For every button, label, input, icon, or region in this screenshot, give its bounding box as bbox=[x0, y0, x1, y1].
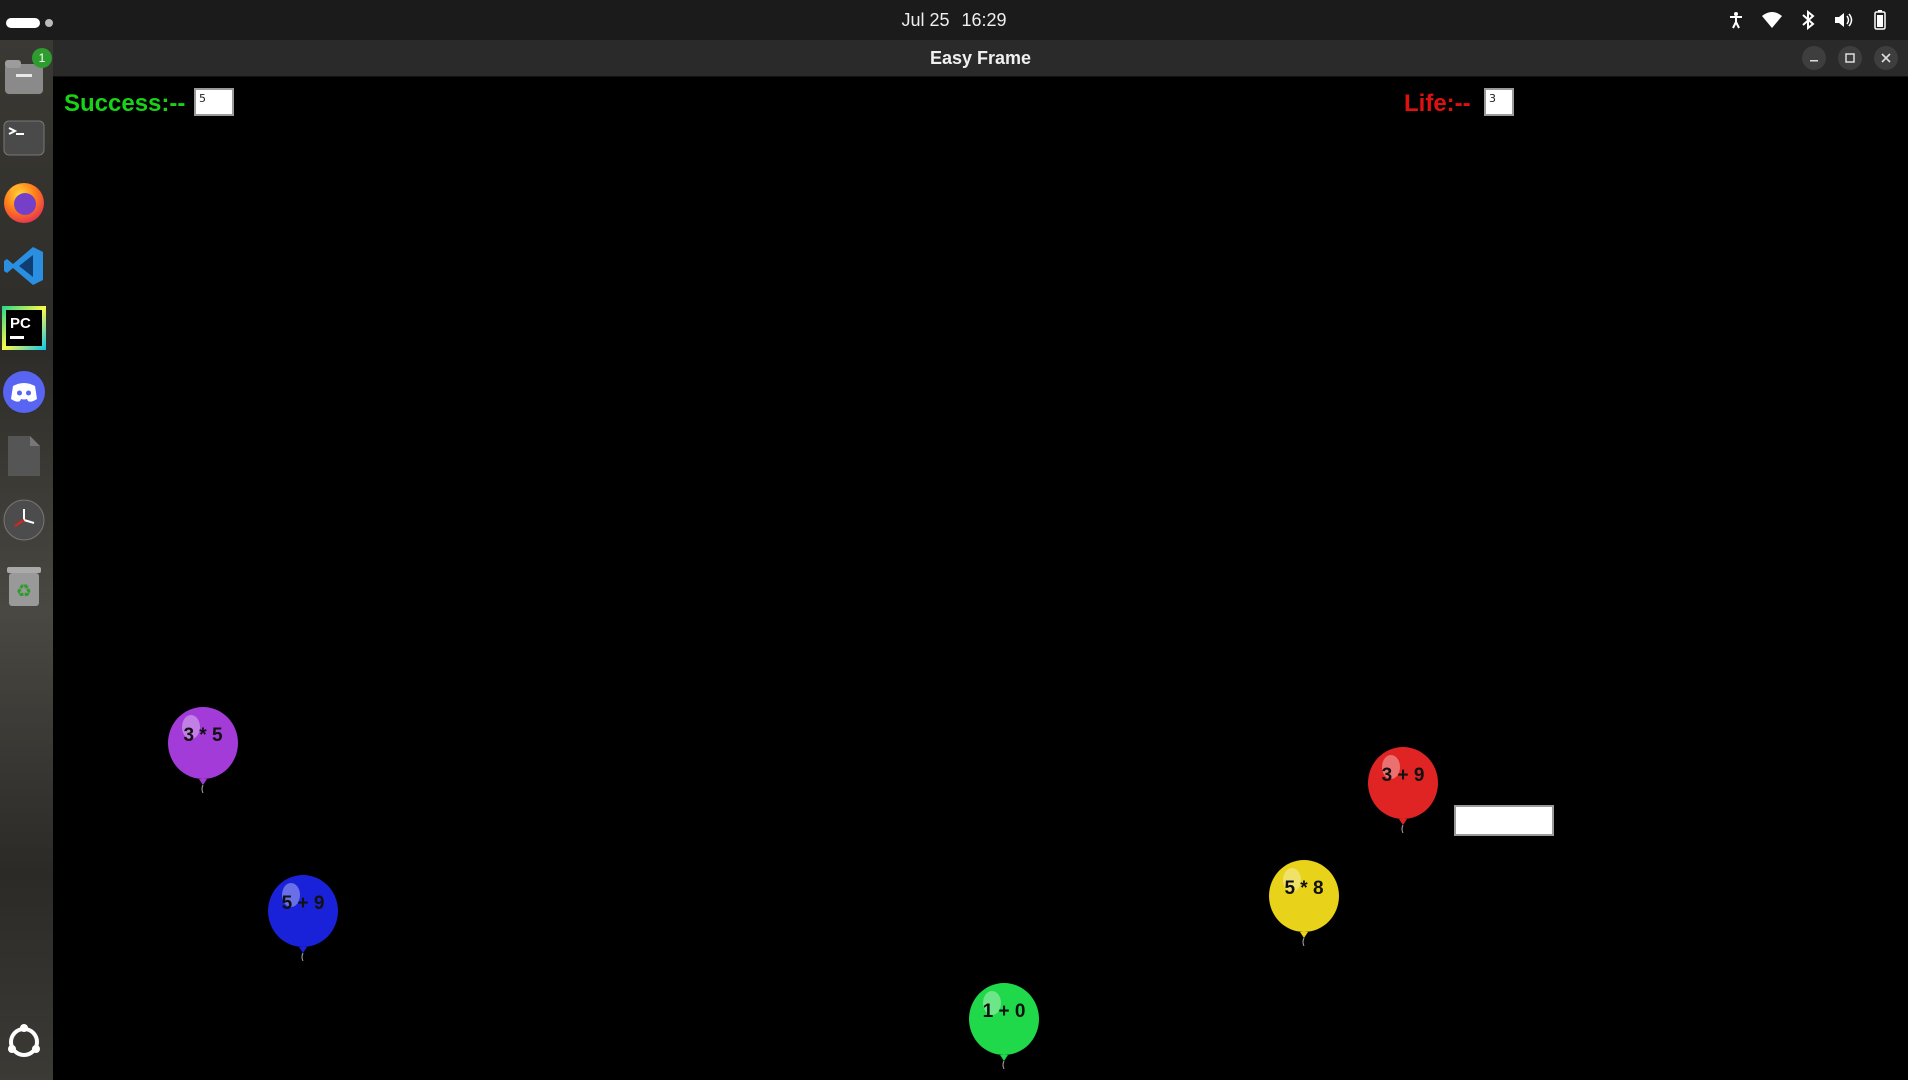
window-controls bbox=[1802, 46, 1898, 70]
application-dock: 1 PC ♻ bbox=[0, 40, 53, 1080]
date-time-clock[interactable]: Jul 25 16:29 bbox=[0, 0, 1908, 40]
balloon[interactable]: 1 + 0 bbox=[967, 983, 1041, 1069]
easy-frame-window: Easy Frame Success:-- 5 Life:-- 3 3 * 5 … bbox=[53, 40, 1908, 1080]
balloon-shape bbox=[1269, 860, 1339, 946]
success-counter: 5 bbox=[194, 88, 234, 116]
clock-date: Jul 25 bbox=[901, 10, 950, 30]
window-title: Easy Frame bbox=[929, 48, 1032, 68]
balloon[interactable]: 3 + 9 bbox=[1366, 747, 1440, 833]
pycharm-icon-text: PC bbox=[10, 315, 31, 332]
answer-input[interactable] bbox=[1454, 805, 1554, 836]
firefox-app-icon[interactable] bbox=[2, 180, 46, 224]
maximize-button[interactable] bbox=[1838, 46, 1862, 70]
close-button[interactable] bbox=[1874, 46, 1898, 70]
terminal-app-icon[interactable] bbox=[2, 116, 46, 160]
balloon-equation: 1 + 0 bbox=[982, 1001, 1026, 1022]
document-app-icon[interactable] bbox=[2, 434, 46, 478]
discord-app-icon[interactable] bbox=[2, 370, 46, 414]
bluetooth-icon[interactable] bbox=[1798, 10, 1818, 30]
wifi-icon[interactable] bbox=[1762, 10, 1782, 30]
svg-text:♻: ♻ bbox=[16, 581, 32, 602]
pycharm-app-icon[interactable]: PC bbox=[2, 306, 46, 350]
close-icon bbox=[1881, 53, 1891, 63]
success-label: Success:-- bbox=[64, 90, 186, 117]
balloon[interactable]: 3 * 5 bbox=[166, 707, 240, 793]
balloon[interactable]: 5 * 8 bbox=[1267, 860, 1341, 946]
notification-badge: 1 bbox=[32, 48, 52, 68]
balloon-shape bbox=[268, 875, 338, 961]
life-label: Life:-- bbox=[1404, 90, 1471, 117]
show-apps-icon[interactable] bbox=[2, 1020, 46, 1064]
clock-app-icon[interactable] bbox=[2, 498, 46, 542]
minimize-icon bbox=[1810, 60, 1818, 62]
battery-icon[interactable] bbox=[1870, 10, 1890, 30]
balloon-equation: 3 + 9 bbox=[1381, 765, 1425, 786]
trash-app-icon[interactable]: ♻ bbox=[2, 564, 46, 608]
balloon[interactable]: 5 + 9 bbox=[266, 875, 340, 961]
files-app-icon[interactable]: 1 bbox=[2, 48, 52, 98]
balloon-equation: 5 * 8 bbox=[1284, 878, 1324, 899]
minimize-button[interactable] bbox=[1802, 46, 1826, 70]
balloon-shape bbox=[168, 707, 238, 793]
balloon-equation: 3 * 5 bbox=[183, 725, 223, 746]
system-top-bar: Jul 25 16:29 bbox=[0, 0, 1908, 40]
balloon-shape bbox=[1368, 747, 1438, 833]
game-canvas[interactable]: Success:-- 5 Life:-- 3 3 * 5 5 + 9 1 + 0… bbox=[53, 77, 1908, 1080]
system-tray[interactable] bbox=[1726, 0, 1890, 40]
vscode-app-icon[interactable] bbox=[2, 244, 46, 288]
balloon-equation: 5 + 9 bbox=[281, 893, 325, 914]
window-titlebar[interactable]: Easy Frame bbox=[53, 40, 1908, 77]
volume-icon[interactable] bbox=[1834, 10, 1854, 30]
life-counter: 3 bbox=[1484, 88, 1514, 116]
maximize-icon bbox=[1845, 53, 1855, 63]
clock-time: 16:29 bbox=[961, 10, 1007, 30]
balloon-shape bbox=[969, 983, 1039, 1069]
accessibility-icon[interactable] bbox=[1726, 10, 1746, 30]
